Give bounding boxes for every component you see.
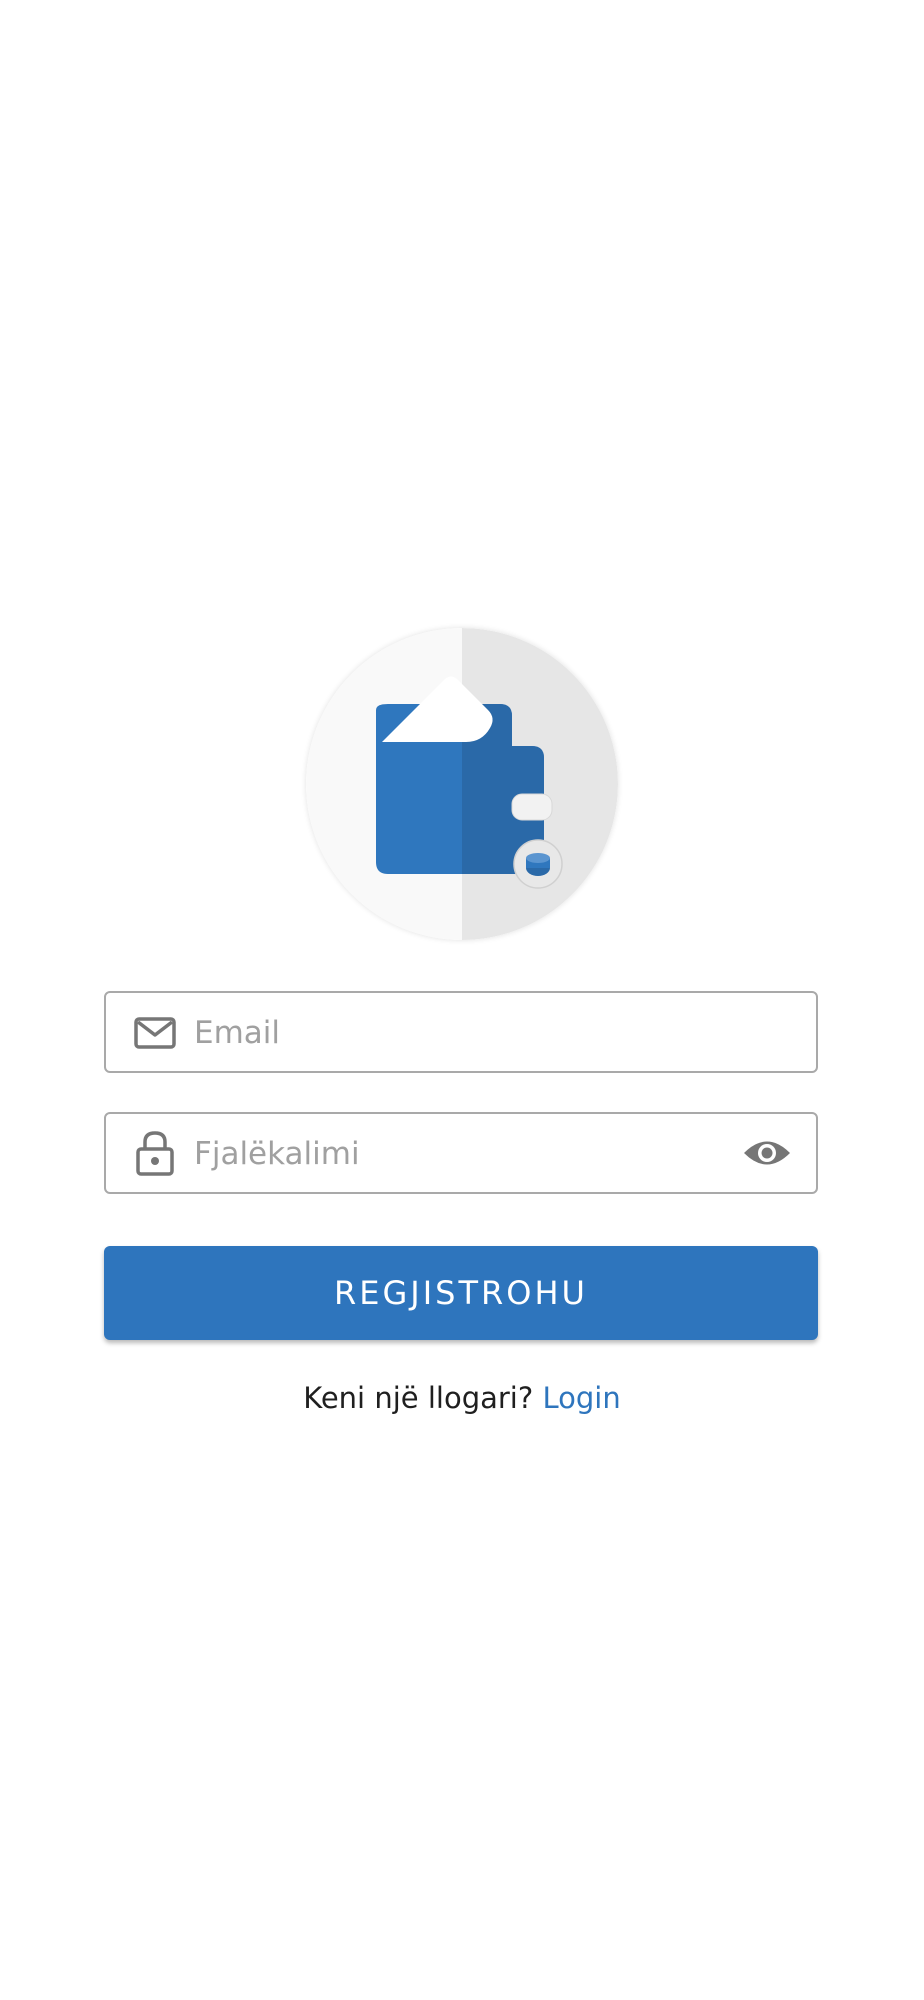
email-input[interactable] [194,1001,694,1065]
mail-icon [134,1014,176,1052]
register-button[interactable]: REGJISTROHU [104,1246,818,1340]
login-prompt-text: Keni një llogari? [303,1381,534,1415]
app-logo [306,628,618,940]
login-prompt: Keni një llogari? Login [0,1376,924,1420]
wallet-icon [306,628,618,940]
password-input[interactable] [194,1122,694,1186]
lock-icon [134,1131,176,1176]
login-link[interactable]: Login [542,1381,620,1415]
eye-icon[interactable] [742,1134,792,1172]
password-field[interactable] [104,1112,818,1194]
email-field[interactable] [104,991,818,1073]
